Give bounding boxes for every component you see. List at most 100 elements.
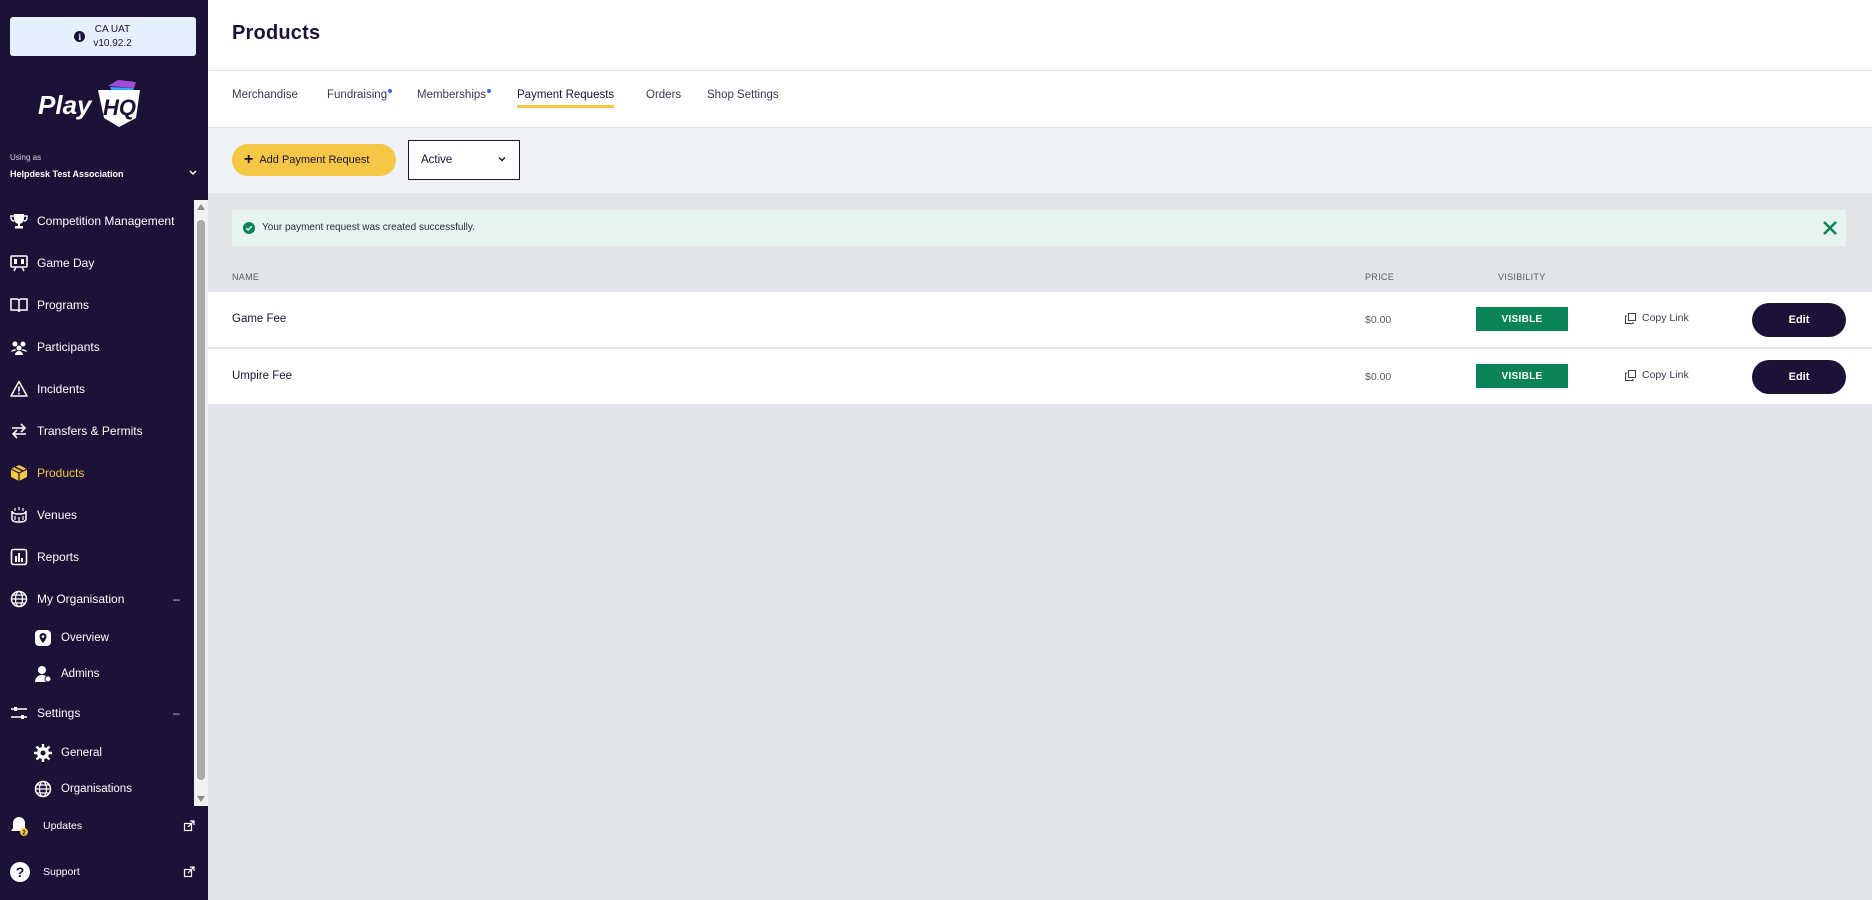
sidebar-item-participants[interactable]: Participants [0,332,194,362]
add-button-label: Add Payment Request [259,154,370,166]
status-select-value: Active [421,154,453,166]
collapse-toggle[interactable]: – [173,592,180,606]
collapse-toggle[interactable]: – [173,706,180,720]
globe-icon [33,780,52,799]
toolbar: + Add Payment Request Active [208,128,1872,193]
sidebar: i CA UAT v10.92.2 Play HQ Using as Helpd… [0,0,208,900]
tab-label: Memberships [417,89,487,101]
sliders-icon [9,704,28,723]
copy-link-button[interactable]: Copy Link [1625,312,1689,324]
column-header-price: PRICE [1365,272,1395,282]
sidebar-item-label: Incidents [37,382,86,396]
status-filter-select[interactable]: Active [408,140,520,180]
org-switcher[interactable]: Helpdesk Test Association [10,169,124,179]
sidebar-item-label: General [61,747,102,759]
table-row: Umpire Fee $0.00 VISIBLE Copy Link Edit [208,349,1872,405]
copy-link-button[interactable]: Copy Link [1625,369,1689,381]
using-as-label: Using as [10,153,42,162]
column-header-name: NAME [232,272,260,282]
sidebar-item-label: Participants [37,340,100,354]
tab-label: Fundraising [327,89,388,101]
row-name: Game Fee [232,313,287,325]
sidebar-item-transfers-permits[interactable]: Transfers & Permits [0,416,194,446]
environment-name: CA UAT [94,23,131,35]
tab-memberships[interactable]: Memberships [417,89,492,105]
sidebar-item-venues[interactable]: Venues [0,500,194,530]
new-indicator-dot [487,89,492,93]
close-icon[interactable] [1820,218,1840,238]
sidebar-item-label: Transfers & Permits [37,424,143,438]
table-row: Game Fee $0.00 VISIBLE Copy Link Edit [208,292,1872,348]
scoreboard-icon [9,254,28,273]
logo-text-play: Play [38,90,93,120]
edit-button[interactable]: Edit [1752,303,1846,337]
sidebar-item-admins[interactable]: Admins [0,660,194,688]
globe-icon [9,590,28,609]
tab-shop-settings[interactable]: Shop Settings [707,89,779,105]
sidebar-scrollbar[interactable] [194,200,208,806]
visibility-badge: VISIBLE [1476,364,1568,388]
column-header-visibility: VISIBILITY [1498,272,1546,282]
sidebar-item-label: Competition Management [37,214,175,228]
new-indicator-dot [388,89,393,93]
copy-link-label: Copy Link [1642,312,1689,324]
sidebar-item-competition-management[interactable]: Competition Management [0,206,194,236]
sidebar-item-game-day[interactable]: Game Day [0,248,194,278]
playhq-logo[interactable]: Play HQ [36,78,156,128]
external-link-icon [183,820,195,832]
tab-merchandise[interactable]: Merchandise [232,89,298,105]
sidebar-item-support[interactable]: ? Support [0,857,195,887]
tab-orders[interactable]: Orders [646,89,681,105]
sidebar-item-label: Updates [43,820,83,832]
scroll-down-arrow-icon[interactable] [197,796,205,802]
check-circle-icon [243,222,255,234]
external-link-icon [183,866,195,878]
sidebar-item-label: Settings [37,706,81,720]
transfer-arrows-icon [9,422,28,441]
box-icon [9,464,28,483]
main-nav: Competition Management Game Day Programs… [0,200,194,806]
info-icon: i [74,31,86,42]
sidebar-item-overview[interactable]: Overview [0,624,194,652]
page-title: Products [232,22,321,44]
sidebar-item-label: Programs [37,298,90,312]
people-icon [9,338,28,357]
bell-icon: 2 [9,815,31,837]
admin-user-icon [33,665,52,684]
sidebar-item-general[interactable]: General [0,739,194,767]
sidebar-item-my-organisation[interactable]: My Organisation – [0,584,194,614]
chevron-down-icon [498,156,506,162]
svg-text:?: ? [16,864,25,880]
sidebar-item-programs[interactable]: Programs [0,290,194,320]
logo-text-hq: HQ [103,95,136,120]
sidebar-item-settings[interactable]: Settings – [0,698,194,728]
sidebar-item-products[interactable]: Products [0,458,194,488]
scroll-up-arrow-icon[interactable] [197,204,205,210]
gear-icon [33,744,52,763]
row-price: $0.00 [1365,371,1392,383]
success-alert: Your payment request was created success… [232,210,1846,246]
tab-payment-requests[interactable]: Payment Requests [517,89,615,108]
add-payment-request-button[interactable]: + Add Payment Request [232,144,396,176]
copy-icon [1625,369,1636,381]
sidebar-item-organisations[interactable]: Organisations [0,775,194,803]
row-price: $0.00 [1365,314,1392,326]
book-icon [9,296,28,315]
edit-button[interactable]: Edit [1752,360,1846,394]
sidebar-item-updates[interactable]: 2 Updates [0,811,195,841]
environment-badge: i CA UAT v10.92.2 [10,17,196,56]
product-tabs: Merchandise Fundraising Memberships Paym… [208,71,1872,128]
warning-icon [9,380,28,399]
sidebar-item-reports[interactable]: Reports [0,542,194,572]
tab-fundraising[interactable]: Fundraising [327,89,393,105]
chevron-down-icon[interactable] [188,167,198,177]
sidebar-item-incidents[interactable]: Incidents [0,374,194,404]
scroll-thumb[interactable] [197,220,205,780]
location-pin-icon [33,629,52,648]
sidebar-item-label: Products [37,466,85,480]
environment-version: v10.92.2 [93,37,132,49]
copy-icon [1625,312,1636,324]
help-icon: ? [9,861,31,883]
page-header: Products [208,0,1872,71]
alert-message: Your payment request was created success… [262,222,475,233]
